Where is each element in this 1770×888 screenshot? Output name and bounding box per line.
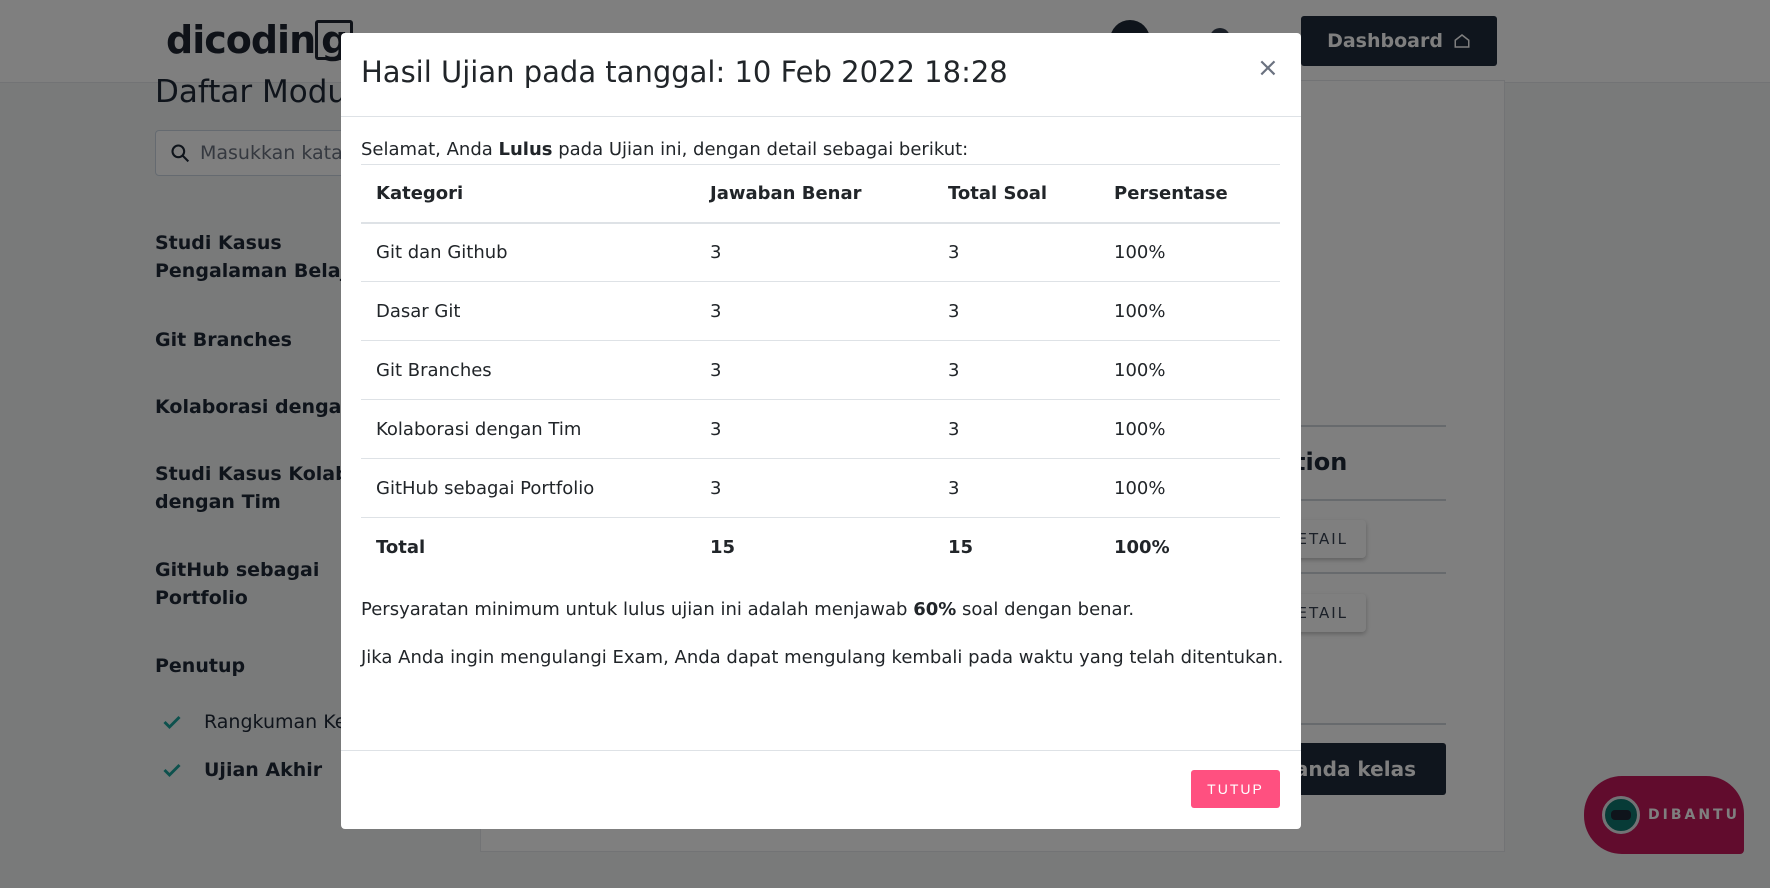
- table-cell: 15: [933, 517, 1099, 577]
- table-cell: 100%: [1099, 281, 1280, 341]
- table-cell: 3: [695, 340, 933, 400]
- modal-header: Hasil Ujian pada tanggal: 10 Feb 2022 18…: [341, 33, 1301, 117]
- table-header-row: Kategori Jawaban Benar Total Soal Persen…: [361, 164, 1280, 224]
- table-cell: Dasar Git: [361, 281, 695, 341]
- table-cell: GitHub sebagai Portfolio: [361, 458, 695, 518]
- intro-text: pada Ujian ini, dengan detail sebagai be…: [552, 139, 969, 160]
- table-row: GitHub sebagai Portfolio 3 3 100%: [361, 458, 1280, 518]
- column-header: Jawaban Benar: [695, 164, 933, 224]
- modal-title: Hasil Ujian pada tanggal: 10 Feb 2022 18…: [361, 55, 1008, 89]
- table-row: Git dan Github 3 3 100%: [361, 222, 1280, 282]
- table-cell: Git Branches: [361, 340, 695, 400]
- table-cell: Kolaborasi dengan Tim: [361, 399, 695, 459]
- retry-note: Jika Anda ingin mengulangi Exam, Anda da…: [361, 647, 1284, 668]
- requirement-percentage: 60%: [913, 599, 957, 620]
- result-intro: Selamat, Anda Lulus pada Ujian ini, deng…: [361, 139, 968, 160]
- table-cell: 3: [695, 458, 933, 518]
- table-cell: 3: [933, 458, 1099, 518]
- requirement-text: soal dengan benar.: [956, 599, 1135, 620]
- column-header: Persentase: [1099, 164, 1280, 224]
- table-cell: 3: [933, 222, 1099, 282]
- table-cell: 100%: [1099, 458, 1280, 518]
- table-cell: 15: [695, 517, 933, 577]
- intro-text: Selamat, Anda: [361, 139, 499, 160]
- table-total-row: Total 15 15 100%: [361, 517, 1280, 577]
- table-cell: 3: [933, 281, 1099, 341]
- close-button[interactable]: TUTUP: [1191, 770, 1280, 808]
- table-cell: 3: [933, 340, 1099, 400]
- table-row: Git Branches 3 3 100%: [361, 340, 1280, 400]
- column-header: Kategori: [361, 164, 695, 224]
- intro-status: Lulus: [498, 139, 553, 160]
- table-cell: Total: [361, 517, 695, 577]
- table-cell: 3: [933, 399, 1099, 459]
- table-cell: 100%: [1099, 399, 1280, 459]
- table-cell: 100%: [1099, 517, 1280, 577]
- close-icon[interactable]: ×: [1257, 53, 1279, 83]
- table-cell: 100%: [1099, 222, 1280, 282]
- table-row: Kolaborasi dengan Tim 3 3 100%: [361, 399, 1280, 459]
- table-cell: 3: [695, 222, 933, 282]
- table-row: Dasar Git 3 3 100%: [361, 281, 1280, 341]
- exam-result-modal: Hasil Ujian pada tanggal: 10 Feb 2022 18…: [341, 33, 1301, 829]
- result-table: Kategori Jawaban Benar Total Soal Persen…: [361, 164, 1280, 577]
- table-cell: 3: [695, 281, 933, 341]
- table-cell: Git dan Github: [361, 222, 695, 282]
- table-cell: 3: [695, 399, 933, 459]
- table-cell: 100%: [1099, 340, 1280, 400]
- requirement-text: Persyaratan minimum untuk lulus ujian in…: [361, 599, 914, 620]
- passing-requirement: Persyaratan minimum untuk lulus ujian in…: [361, 599, 1134, 620]
- column-header: Total Soal: [933, 164, 1099, 224]
- modal-footer: [341, 750, 1301, 751]
